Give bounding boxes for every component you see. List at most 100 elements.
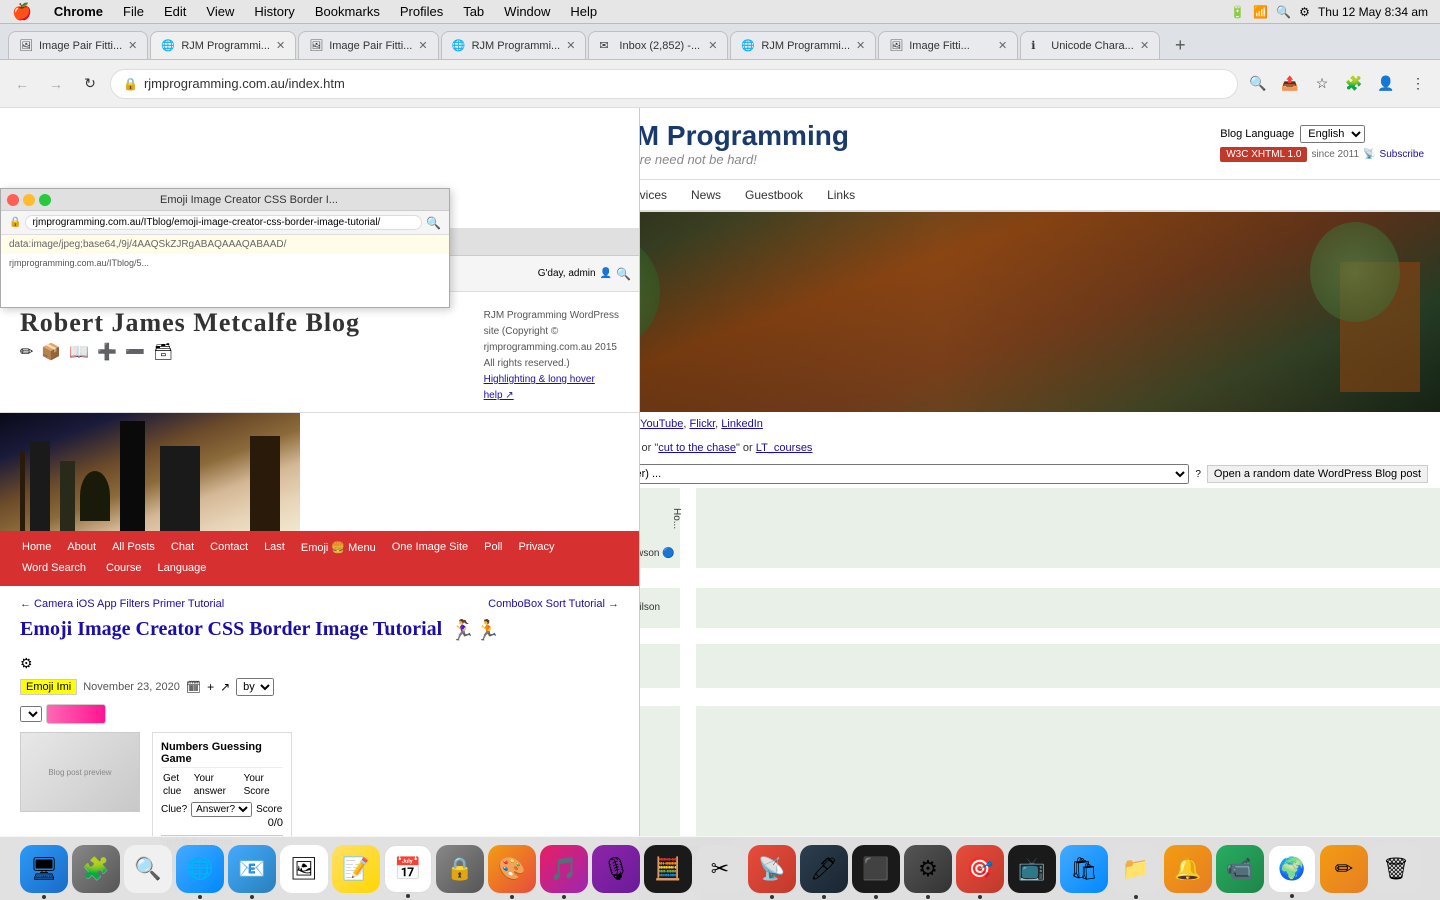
back-button[interactable]: ← [8,70,36,98]
blog-nav-one-image[interactable]: One Image Site [386,539,474,556]
blog-nav-last[interactable]: Last [258,539,291,556]
history-menu[interactable]: History [244,4,304,19]
dock-photos[interactable]: 🖼 [280,845,328,893]
popup-dot-green-2[interactable] [39,194,51,206]
tab-close-3[interactable]: ✕ [412,39,427,52]
open-random-post-button[interactable]: Open a random date WordPress Blog post [1207,465,1428,483]
edit-menu[interactable]: Edit [154,4,196,19]
tab-image-pair-1[interactable]: 🖼 Image Pair Fitti... ✕ [8,31,148,59]
dock-itunes[interactable]: 🎵 [540,845,588,893]
search-icon[interactable]: 🔍 [1276,5,1291,19]
address-input[interactable]: 🔒 rjmprogramming.com.au/index.htm [110,69,1238,99]
next-post-link[interactable]: ComboBox Sort Tutorial → [488,598,619,610]
dock-trash[interactable]: 🗑 [1372,845,1420,893]
dock-calculator[interactable]: 🧮 [644,845,692,893]
subscribe-link[interactable]: Subscribe [1380,149,1424,160]
blog-nav-home[interactable]: Home [16,539,57,556]
profiles-menu[interactable]: Profiles [390,4,453,19]
youtube-link[interactable]: YouTube [640,418,683,430]
tab-close-7[interactable]: ✕ [992,39,1007,52]
tab-gmail[interactable]: ✉ Inbox (2,852) -... ✕ [588,31,728,59]
profile-icon[interactable]: 👤 [1372,70,1400,98]
view-menu[interactable]: View [196,4,244,19]
dock-sketch[interactable]: ✏ [1320,845,1368,893]
blog-nav-word-search[interactable]: Word Search [16,560,92,578]
forward-button[interactable]: → [42,70,70,98]
control-center-icon[interactable]: ⚙ [1299,5,1310,19]
blog-nav-privacy[interactable]: Privacy [512,539,560,556]
popup-dot-red-2[interactable] [7,194,19,206]
blog-nav-language[interactable]: Language [151,560,212,578]
dock-terminal[interactable]: ⬛ [852,845,900,893]
blog-nav-emoji[interactable]: Emoji 🍔 Menu [295,539,382,556]
dock-notes[interactable]: 📝 [332,845,380,893]
apple-menu[interactable]: 🍎 [0,2,44,22]
tab-menu[interactable]: Tab [453,4,494,19]
answer-select[interactable]: Answer? [191,802,252,817]
dock-intellij[interactable]: 🎯 [956,845,1004,893]
dock-chrome[interactable]: 🌍 [1268,845,1316,893]
highlighting-link[interactable]: Highlighting & long hoverhelp ↗ [484,374,595,401]
blog-tag[interactable]: Emoji Imi [20,679,77,695]
tab-image-3[interactable]: 🖼 Image Fitti... ✕ [878,31,1018,59]
dock-mail[interactable]: 📧 [228,845,276,893]
dock-apple-tv[interactable]: 📺 [1008,845,1056,893]
bookmark-icon[interactable]: ☆ [1308,70,1336,98]
dock-launchpad[interactable]: 🧩 [72,845,120,893]
blog-nav-course[interactable]: Course [100,560,147,578]
flickr-link[interactable]: Flickr [689,418,715,430]
post-sort-select[interactable]: by [236,678,274,696]
tab-close-4[interactable]: ✕ [560,39,575,52]
dock-filezilla[interactable]: 📡 [748,845,796,893]
bookmarks-menu[interactable]: Bookmarks [305,4,390,19]
tab-image-pair-2[interactable]: 🖼 Image Pair Fitti... ✕ [298,31,438,59]
linkedin-link[interactable]: LinkedIn [721,418,763,430]
rjm-nav-links[interactable]: Links [815,180,867,210]
search-toolbar-icon[interactable]: 🔍 [1244,70,1272,98]
blog-nav-chat[interactable]: Chat [165,539,200,556]
tab-close-8[interactable]: ✕ [1134,39,1149,52]
file-menu[interactable]: File [113,4,154,19]
cut-to-chase-link[interactable]: cut to the chase [658,442,736,454]
window-menu[interactable]: Window [494,4,560,19]
dock-scissors[interactable]: ✂ [696,845,744,893]
popup-search-icon[interactable]: 🔍 [616,267,631,281]
blog-nav-poll[interactable]: Poll [478,539,508,556]
tab-rjm-1[interactable]: 🌐 RJM Programmi... ✕ [150,31,296,59]
dock-podcasts[interactable]: 🎙 [592,845,640,893]
tab-close-6[interactable]: ✕ [850,39,865,52]
dock-facetime[interactable]: 📹 [1216,845,1264,893]
help-menu[interactable]: Help [560,4,607,19]
dock-keychain[interactable]: 🔒 [436,845,484,893]
dock-music[interactable]: 🎨 [488,845,536,893]
tab-close-2[interactable]: ✕ [270,39,285,52]
dock-finder[interactable]: 🖥 [20,845,68,893]
color-select[interactable] [20,706,42,722]
prev-post-link[interactable]: ← Camera iOS App Filters Primer Tutorial [20,598,224,610]
secondary-url[interactable]: rjmprogramming.com.au/ITblog/emoji-image… [25,215,422,230]
tab-rjm-3[interactable]: 🌐 RJM Programmi... ✕ [730,31,876,59]
dock-calendar[interactable]: 📅 [384,845,432,893]
tab-close-5[interactable]: ✕ [702,39,717,52]
extension-icon[interactable]: 🧩 [1340,70,1368,98]
new-tab-button[interactable]: + [1166,31,1194,59]
blog-nav-about[interactable]: About [61,539,102,556]
chrome-menu[interactable]: Chrome [44,4,113,19]
popup-dot-yellow-2[interactable] [23,194,35,206]
rjm-nav-guestbook[interactable]: Guestbook [733,180,815,210]
rjm-nav-news[interactable]: News [679,180,733,210]
lang-select[interactable]: English [1300,125,1365,143]
tab-rjm-2[interactable]: 🌐 RJM Programmi... ✕ [441,31,587,59]
reload-button[interactable]: ↻ [76,70,104,98]
zoom-icon[interactable]: 🔍 [426,216,441,230]
blog-nav-all-posts[interactable]: All Posts [106,539,161,556]
blog-nav-contact[interactable]: Contact [204,539,254,556]
dock-safari[interactable]: 🌐 [176,845,224,893]
dock-bbedit[interactable]: 🖊 [800,845,848,893]
share-icon[interactable]: 📤 [1276,70,1304,98]
dock-coderunner[interactable]: ⚙ [904,845,952,893]
dock-appstore[interactable]: 🛍 [1060,845,1108,893]
tab-close-1[interactable]: ✕ [122,39,137,52]
dock-spotlight[interactable]: 🔍 [124,845,172,893]
dock-notification[interactable]: 🔔 [1164,845,1212,893]
